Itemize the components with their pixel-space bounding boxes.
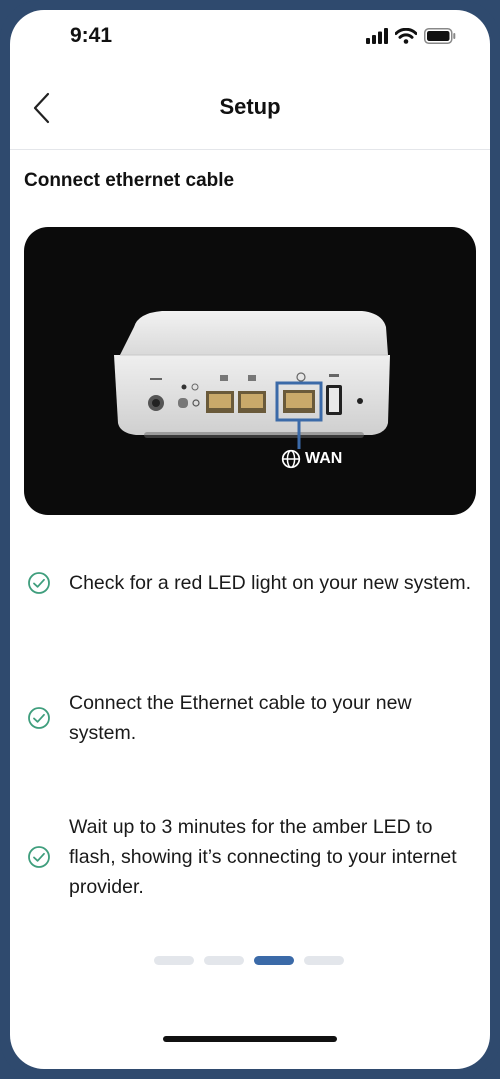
phone-frame: 9:41 Setup Connect ethernet cable WAN Ch… xyxy=(0,0,500,1079)
check-circle-icon xyxy=(24,571,54,595)
wan-port-label: WAN xyxy=(281,449,342,469)
check-circle-icon xyxy=(24,845,54,869)
globe-icon xyxy=(281,449,301,469)
status-bar: 9:41 xyxy=(10,10,490,70)
status-time: 9:41 xyxy=(70,24,113,47)
page-indicator-dot-2[interactable] xyxy=(204,956,244,965)
router-illustration xyxy=(114,311,390,449)
section-title: Connect ethernet cable xyxy=(24,170,235,191)
battery-icon xyxy=(424,28,456,44)
list-item-text: Wait up to 3 minutes for the amber LED t… xyxy=(69,816,457,898)
app-screen: 9:41 Setup Connect ethernet cable WAN Ch… xyxy=(10,10,490,1069)
page-indicator xyxy=(154,956,344,965)
wifi-icon xyxy=(395,28,417,44)
list-item: Check for a red LED light on your new sy… xyxy=(24,568,476,598)
list-item: Connect the Ethernet cable to your new s… xyxy=(24,688,476,748)
navigation-bar: Setup xyxy=(10,78,490,150)
page-indicator-dot-3-active[interactable] xyxy=(254,956,294,965)
home-indicator[interactable] xyxy=(163,1036,337,1042)
page-indicator-dot-4[interactable] xyxy=(304,956,344,965)
list-item-text: Check for a red LED light on your new sy… xyxy=(69,572,472,594)
list-item: Wait up to 3 minutes for the amber LED t… xyxy=(24,812,476,902)
status-icons xyxy=(366,28,456,44)
check-circle-icon xyxy=(24,706,54,730)
page-indicator-dot-1[interactable] xyxy=(154,956,194,965)
signal-icon xyxy=(366,28,388,44)
router-back-panel-image: WAN xyxy=(24,227,476,515)
page-title: Setup xyxy=(219,94,281,119)
wan-text: WAN xyxy=(305,450,343,467)
list-item-text: Connect the Ethernet cable to your new s… xyxy=(69,692,412,744)
